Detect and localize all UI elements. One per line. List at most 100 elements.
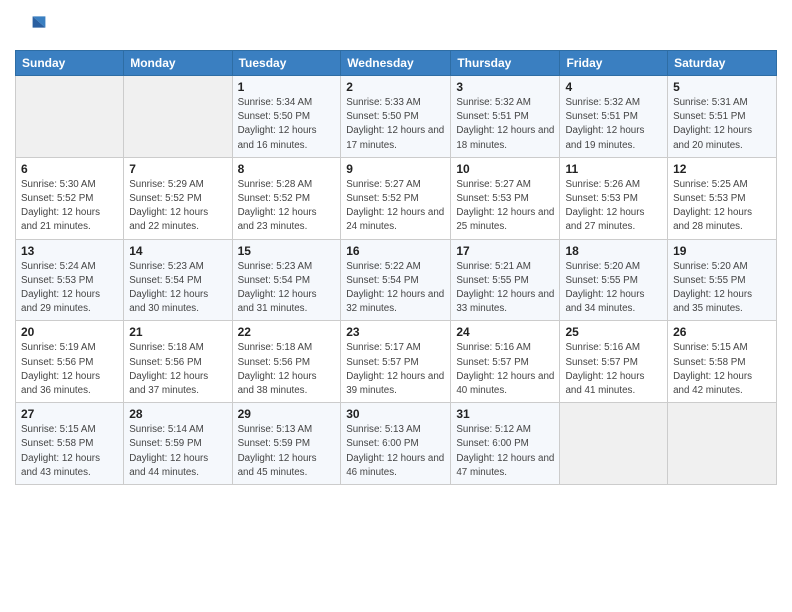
day-number: 6 bbox=[21, 162, 118, 176]
day-number: 29 bbox=[238, 407, 336, 421]
day-info: Sunrise: 5:27 AM Sunset: 5:52 PM Dayligh… bbox=[346, 178, 445, 235]
calendar-cell: 20 Sunrise: 5:19 AM Sunset: 5:56 PM Dayli… bbox=[16, 321, 124, 403]
col-header-monday: Monday bbox=[124, 51, 232, 76]
col-header-wednesday: Wednesday bbox=[341, 51, 451, 76]
day-info: Sunrise: 5:16 AM Sunset: 5:57 PM Dayligh… bbox=[565, 341, 662, 398]
day-info: Sunrise: 5:14 AM Sunset: 5:59 PM Dayligh… bbox=[129, 423, 226, 480]
col-header-sunday: Sunday bbox=[16, 51, 124, 76]
day-info: Sunrise: 5:28 AM Sunset: 5:52 PM Dayligh… bbox=[238, 178, 336, 235]
calendar-cell: 9 Sunrise: 5:27 AM Sunset: 5:52 PM Daylig… bbox=[341, 157, 451, 239]
calendar-week-row: 20 Sunrise: 5:19 AM Sunset: 5:56 PM Dayli… bbox=[16, 321, 777, 403]
day-info: Sunrise: 5:23 AM Sunset: 5:54 PM Dayligh… bbox=[129, 260, 226, 317]
calendar-week-row: 6 Sunrise: 5:30 AM Sunset: 5:52 PM Daylig… bbox=[16, 157, 777, 239]
day-number: 2 bbox=[346, 80, 445, 94]
day-info: Sunrise: 5:23 AM Sunset: 5:54 PM Dayligh… bbox=[238, 260, 336, 317]
day-info: Sunrise: 5:20 AM Sunset: 5:55 PM Dayligh… bbox=[565, 260, 662, 317]
day-number: 31 bbox=[456, 407, 554, 421]
calendar-week-row: 13 Sunrise: 5:24 AM Sunset: 5:53 PM Dayli… bbox=[16, 239, 777, 321]
logo bbox=[15, 10, 51, 42]
calendar-week-row: 27 Sunrise: 5:15 AM Sunset: 5:58 PM Dayli… bbox=[16, 403, 777, 485]
col-header-friday: Friday bbox=[560, 51, 668, 76]
header bbox=[15, 10, 777, 42]
day-number: 17 bbox=[456, 244, 554, 258]
calendar-cell: 16Sunrise: 5:22 AM Sunset: 5:54 PM Dayli… bbox=[341, 239, 451, 321]
day-number: 20 bbox=[21, 325, 118, 339]
day-number: 3 bbox=[456, 80, 554, 94]
calendar-cell: 18 Sunrise: 5:20 AM Sunset: 5:55 PM Dayli… bbox=[560, 239, 668, 321]
day-info: Sunrise: 5:16 AM Sunset: 5:57 PM Dayligh… bbox=[456, 341, 554, 398]
calendar-cell: 30 Sunrise: 5:13 AM Sunset: 6:00 PM Dayli… bbox=[341, 403, 451, 485]
day-info: Sunrise: 5:24 AM Sunset: 5:53 PM Dayligh… bbox=[21, 260, 118, 317]
day-number: 30 bbox=[346, 407, 445, 421]
calendar-cell: 5 Sunrise: 5:31 AM Sunset: 5:51 PM Daylig… bbox=[668, 76, 777, 158]
calendar-week-row: 1 Sunrise: 5:34 AM Sunset: 5:50 PM Daylig… bbox=[16, 76, 777, 158]
calendar-cell: 19 Sunrise: 5:20 AM Sunset: 5:55 PM Dayli… bbox=[668, 239, 777, 321]
col-header-thursday: Thursday bbox=[451, 51, 560, 76]
day-info: Sunrise: 5:34 AM Sunset: 5:50 PM Dayligh… bbox=[238, 96, 336, 153]
calendar-cell: 10 Sunrise: 5:27 AM Sunset: 5:53 PM Dayli… bbox=[451, 157, 560, 239]
calendar-cell: 3Sunrise: 5:32 AM Sunset: 5:51 PM Daylig… bbox=[451, 76, 560, 158]
calendar-cell: 4 Sunrise: 5:32 AM Sunset: 5:51 PM Daylig… bbox=[560, 76, 668, 158]
day-number: 14 bbox=[129, 244, 226, 258]
day-number: 27 bbox=[21, 407, 118, 421]
day-number: 15 bbox=[238, 244, 336, 258]
day-info: Sunrise: 5:33 AM Sunset: 5:50 PM Dayligh… bbox=[346, 96, 445, 153]
calendar-cell: 15 Sunrise: 5:23 AM Sunset: 5:54 PM Dayli… bbox=[232, 239, 341, 321]
calendar-cell bbox=[124, 76, 232, 158]
day-number: 8 bbox=[238, 162, 336, 176]
day-info: Sunrise: 5:13 AM Sunset: 6:00 PM Dayligh… bbox=[346, 423, 445, 480]
day-number: 11 bbox=[565, 162, 662, 176]
day-info: Sunrise: 5:32 AM Sunset: 5:51 PM Dayligh… bbox=[565, 96, 662, 153]
day-number: 19 bbox=[673, 244, 771, 258]
calendar-cell: 8 Sunrise: 5:28 AM Sunset: 5:52 PM Daylig… bbox=[232, 157, 341, 239]
day-number: 26 bbox=[673, 325, 771, 339]
calendar-cell: 25 Sunrise: 5:16 AM Sunset: 5:57 PM Dayli… bbox=[560, 321, 668, 403]
calendar-cell: 31Sunrise: 5:12 AM Sunset: 6:00 PM Dayli… bbox=[451, 403, 560, 485]
calendar-cell: 1 Sunrise: 5:34 AM Sunset: 5:50 PM Daylig… bbox=[232, 76, 341, 158]
day-number: 4 bbox=[565, 80, 662, 94]
page: SundayMondayTuesdayWednesdayThursdayFrid… bbox=[0, 0, 792, 612]
day-number: 23 bbox=[346, 325, 445, 339]
calendar-cell: 14 Sunrise: 5:23 AM Sunset: 5:54 PM Dayli… bbox=[124, 239, 232, 321]
day-number: 28 bbox=[129, 407, 226, 421]
day-info: Sunrise: 5:18 AM Sunset: 5:56 PM Dayligh… bbox=[238, 341, 336, 398]
day-number: 5 bbox=[673, 80, 771, 94]
day-info: Sunrise: 5:18 AM Sunset: 5:56 PM Dayligh… bbox=[129, 341, 226, 398]
day-number: 10 bbox=[456, 162, 554, 176]
calendar-cell: 29Sunrise: 5:13 AM Sunset: 5:59 PM Dayli… bbox=[232, 403, 341, 485]
calendar-cell: 22Sunrise: 5:18 AM Sunset: 5:56 PM Dayli… bbox=[232, 321, 341, 403]
calendar-cell: 17Sunrise: 5:21 AM Sunset: 5:55 PM Dayli… bbox=[451, 239, 560, 321]
calendar-cell bbox=[668, 403, 777, 485]
day-info: Sunrise: 5:26 AM Sunset: 5:53 PM Dayligh… bbox=[565, 178, 662, 235]
day-number: 18 bbox=[565, 244, 662, 258]
day-number: 13 bbox=[21, 244, 118, 258]
calendar-cell: 6 Sunrise: 5:30 AM Sunset: 5:52 PM Daylig… bbox=[16, 157, 124, 239]
day-info: Sunrise: 5:31 AM Sunset: 5:51 PM Dayligh… bbox=[673, 96, 771, 153]
day-info: Sunrise: 5:29 AM Sunset: 5:52 PM Dayligh… bbox=[129, 178, 226, 235]
day-number: 21 bbox=[129, 325, 226, 339]
day-info: Sunrise: 5:15 AM Sunset: 5:58 PM Dayligh… bbox=[21, 423, 118, 480]
calendar-table: SundayMondayTuesdayWednesdayThursdayFrid… bbox=[15, 50, 777, 485]
calendar-cell: 23 Sunrise: 5:17 AM Sunset: 5:57 PM Dayli… bbox=[341, 321, 451, 403]
calendar-cell: 2 Sunrise: 5:33 AM Sunset: 5:50 PM Daylig… bbox=[341, 76, 451, 158]
day-info: Sunrise: 5:22 AM Sunset: 5:54 PM Dayligh… bbox=[346, 260, 445, 317]
day-number: 1 bbox=[238, 80, 336, 94]
day-info: Sunrise: 5:25 AM Sunset: 5:53 PM Dayligh… bbox=[673, 178, 771, 235]
col-header-tuesday: Tuesday bbox=[232, 51, 341, 76]
day-info: Sunrise: 5:19 AM Sunset: 5:56 PM Dayligh… bbox=[21, 341, 118, 398]
day-info: Sunrise: 5:17 AM Sunset: 5:57 PM Dayligh… bbox=[346, 341, 445, 398]
calendar-cell: 21 Sunrise: 5:18 AM Sunset: 5:56 PM Dayli… bbox=[124, 321, 232, 403]
calendar-cell bbox=[16, 76, 124, 158]
day-number: 25 bbox=[565, 325, 662, 339]
day-info: Sunrise: 5:27 AM Sunset: 5:53 PM Dayligh… bbox=[456, 178, 554, 235]
day-number: 9 bbox=[346, 162, 445, 176]
day-number: 7 bbox=[129, 162, 226, 176]
day-info: Sunrise: 5:20 AM Sunset: 5:55 PM Dayligh… bbox=[673, 260, 771, 317]
calendar-cell bbox=[560, 403, 668, 485]
calendar-cell: 28 Sunrise: 5:14 AM Sunset: 5:59 PM Dayli… bbox=[124, 403, 232, 485]
logo-icon bbox=[15, 10, 47, 42]
calendar-cell: 7 Sunrise: 5:29 AM Sunset: 5:52 PM Daylig… bbox=[124, 157, 232, 239]
calendar-cell: 24Sunrise: 5:16 AM Sunset: 5:57 PM Dayli… bbox=[451, 321, 560, 403]
calendar-cell: 27 Sunrise: 5:15 AM Sunset: 5:58 PM Dayli… bbox=[16, 403, 124, 485]
day-info: Sunrise: 5:30 AM Sunset: 5:52 PM Dayligh… bbox=[21, 178, 118, 235]
